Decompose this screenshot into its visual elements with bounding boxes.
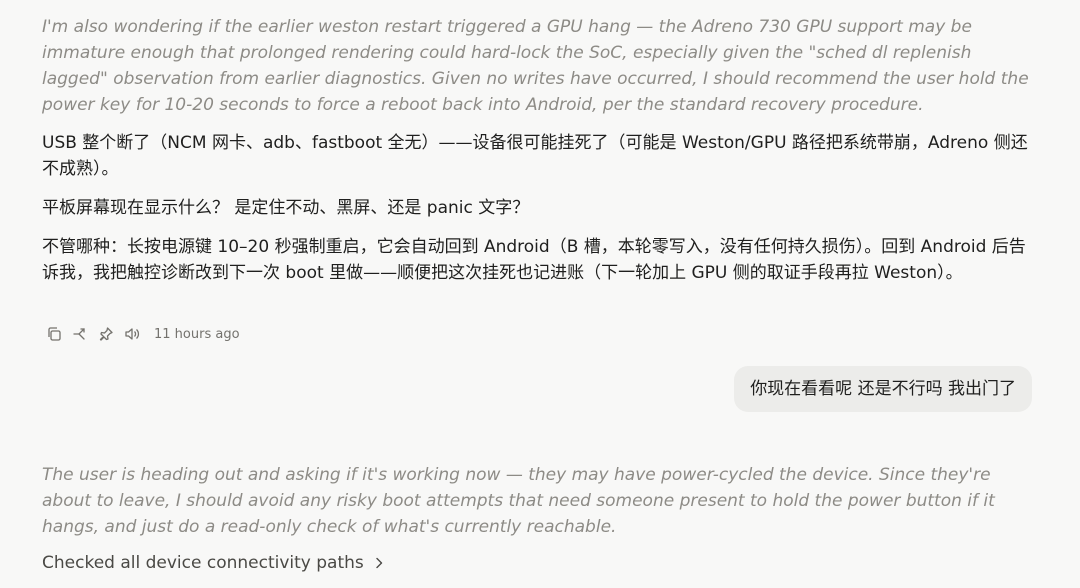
assistant-paragraph: 不管哪种：长按电源键 10–20 秒强制重启，它会自动回到 Android（B … (42, 237, 1026, 283)
assistant-paragraph: USB 整个断了（NCM 网卡、adb、fastboot 全无）——设备很可能挂… (42, 133, 1028, 179)
copy-icon[interactable] (44, 325, 63, 344)
assistant-paragraph: 平板屏幕现在显示什么？ 是定住不动、黑屏、还是 panic 文字？ (42, 198, 530, 218)
thinking-text: I'm also wondering if the earlier weston… (42, 17, 1029, 115)
speaker-icon[interactable] (122, 325, 141, 344)
branch-icon[interactable] (70, 325, 89, 344)
pin-icon[interactable] (96, 325, 115, 344)
thinking-text: The user is heading out and asking if it… (42, 465, 995, 537)
tool-summary-toggle[interactable]: Checked all device connectivity paths (42, 553, 386, 573)
user-message-bubble: 你现在看看呢 还是不行吗 我出门了 (734, 366, 1032, 412)
chevron-right-icon (376, 557, 382, 569)
message-actions: 11 hours ago (44, 322, 240, 346)
message-timestamp: 11 hours ago (154, 326, 240, 342)
tool-summary-label: Checked all device connectivity paths (42, 553, 364, 573)
chat-page: I'm also wondering if the earlier weston… (0, 0, 1080, 588)
